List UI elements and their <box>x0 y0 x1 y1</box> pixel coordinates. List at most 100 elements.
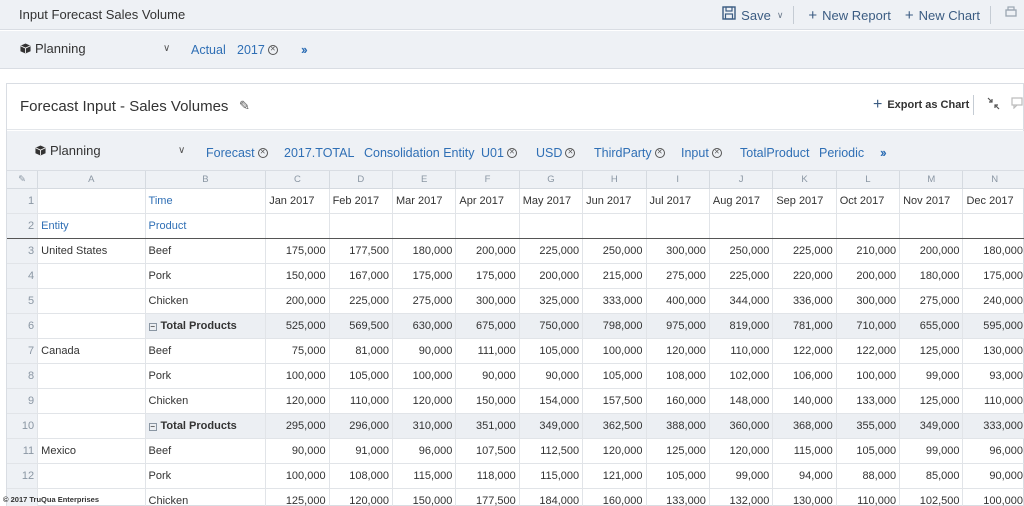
column-letter[interactable]: C <box>265 171 330 189</box>
value-cell[interactable]: 525,000 <box>265 313 330 339</box>
pov-member[interactable]: TotalProduct <box>740 146 809 160</box>
value-cell[interactable]: 130,000 <box>772 488 837 506</box>
value-cell[interactable]: 781,000 <box>772 313 837 339</box>
value-cell[interactable]: 115,000 <box>519 463 584 489</box>
value-cell[interactable]: 90,000 <box>392 338 457 364</box>
value-cell[interactable]: 110,000 <box>709 338 774 364</box>
month-header[interactable]: Nov 2017 <box>899 188 964 214</box>
product-cell[interactable]: Chicken <box>145 488 267 506</box>
value-cell[interactable]: 88,000 <box>836 463 901 489</box>
entity-cell[interactable]: Mexico <box>37 438 146 464</box>
more-chevrons-icon[interactable]: ›› <box>301 42 308 57</box>
value-cell[interactable]: 710,000 <box>836 313 901 339</box>
product-cell[interactable]: Chicken <box>145 288 267 314</box>
value-cell[interactable]: 105,000 <box>519 338 584 364</box>
entity-dimension-label[interactable]: Entity <box>37 213 146 239</box>
value-cell[interactable]: 180,000 <box>962 238 1024 264</box>
pov-member-version[interactable]: Actual <box>191 43 226 57</box>
value-cell[interactable]: 300,000 <box>646 238 710 264</box>
value-cell[interactable]: 351,000 <box>455 413 520 439</box>
product-cell[interactable]: Pork <box>145 263 267 289</box>
value-cell[interactable]: 167,000 <box>329 263 393 289</box>
product-dimension-label[interactable]: Product <box>145 213 267 239</box>
value-cell[interactable]: 99,000 <box>899 438 964 464</box>
clear-icon[interactable]: ✕ <box>711 148 722 158</box>
value-cell[interactable]: 150,000 <box>455 388 520 414</box>
value-cell[interactable]: 100,000 <box>836 363 901 389</box>
value-cell[interactable]: 148,000 <box>709 388 774 414</box>
value-cell[interactable]: 975,000 <box>646 313 710 339</box>
value-cell[interactable]: 250,000 <box>709 238 774 264</box>
value-cell[interactable]: 180,000 <box>899 263 964 289</box>
value-cell[interactable]: 110,000 <box>329 388 393 414</box>
entity-cell[interactable] <box>37 413 146 439</box>
value-cell[interactable]: 184,000 <box>519 488 584 506</box>
value-cell[interactable]: 120,000 <box>392 388 457 414</box>
entity-cell[interactable] <box>37 288 146 314</box>
total-products-cell[interactable]: − Total Products <box>145 313 267 339</box>
value-cell[interactable]: 140,000 <box>772 388 837 414</box>
value-cell[interactable]: 120,000 <box>265 388 330 414</box>
value-cell[interactable]: 160,000 <box>582 488 647 506</box>
column-letter[interactable]: I <box>646 171 710 189</box>
value-cell[interactable]: 360,000 <box>709 413 774 439</box>
value-cell[interactable]: 210,000 <box>836 238 901 264</box>
grid-corner[interactable]: ✎ <box>7 171 39 189</box>
value-cell[interactable]: 94,000 <box>772 463 837 489</box>
value-cell[interactable]: 125,000 <box>646 438 710 464</box>
value-cell[interactable]: 569,500 <box>329 313 393 339</box>
value-cell[interactable]: 200,000 <box>899 238 964 264</box>
value-cell[interactable]: 150,000 <box>392 488 457 506</box>
product-cell[interactable]: Pork <box>145 463 267 489</box>
row-number[interactable]: 12 <box>7 463 39 489</box>
value-cell[interactable]: 90,000 <box>455 363 520 389</box>
print-button[interactable] <box>1005 6 1022 24</box>
value-cell[interactable]: 175,000 <box>455 263 520 289</box>
value-cell[interactable]: 349,000 <box>899 413 964 439</box>
value-cell[interactable]: 81,000 <box>329 338 393 364</box>
value-cell[interactable]: 388,000 <box>646 413 710 439</box>
column-letter[interactable]: H <box>582 171 647 189</box>
column-letter[interactable]: A <box>37 171 146 189</box>
value-cell[interactable]: 225,000 <box>709 263 774 289</box>
value-cell[interactable]: 300,000 <box>455 288 520 314</box>
value-cell[interactable]: 115,000 <box>772 438 837 464</box>
value-cell[interactable]: 100,000 <box>265 463 330 489</box>
collapse-icon[interactable]: − <box>148 422 157 431</box>
value-cell[interactable]: 595,000 <box>962 313 1024 339</box>
value-cell[interactable]: 150,000 <box>265 263 330 289</box>
value-cell[interactable]: 111,000 <box>455 338 520 364</box>
value-cell[interactable]: 157,500 <box>582 388 647 414</box>
column-letter[interactable]: M <box>899 171 964 189</box>
value-cell[interactable]: 220,000 <box>772 263 837 289</box>
value-cell[interactable]: 115,000 <box>392 463 457 489</box>
value-cell[interactable]: 132,000 <box>709 488 774 506</box>
value-cell[interactable]: 333,000 <box>582 288 647 314</box>
month-header[interactable]: Mar 2017 <box>392 188 457 214</box>
row-number[interactable]: 3 <box>7 238 39 264</box>
entity-cell[interactable]: United States <box>37 238 146 264</box>
value-cell[interactable]: 275,000 <box>899 288 964 314</box>
value-cell[interactable]: 296,000 <box>329 413 393 439</box>
row-number[interactable]: 10 <box>7 413 39 439</box>
value-cell[interactable]: 675,000 <box>455 313 520 339</box>
value-cell[interactable]: 107,500 <box>455 438 520 464</box>
value-cell[interactable]: 125,000 <box>265 488 330 506</box>
month-header[interactable]: Oct 2017 <box>836 188 901 214</box>
value-cell[interactable]: 100,000 <box>962 488 1024 506</box>
value-cell[interactable]: 133,000 <box>836 388 901 414</box>
value-cell[interactable]: 125,000 <box>899 388 964 414</box>
value-cell[interactable]: 112,500 <box>519 438 584 464</box>
value-cell[interactable]: 110,000 <box>836 488 901 506</box>
month-header[interactable]: Jul 2017 <box>646 188 710 214</box>
row-number[interactable]: 9 <box>7 388 39 414</box>
entity-cell[interactable] <box>37 263 146 289</box>
row-number[interactable]: 7 <box>7 338 39 364</box>
pov-member[interactable]: U01 ✕ <box>481 146 517 160</box>
chevron-down-icon[interactable]: ∨ <box>178 145 185 156</box>
value-cell[interactable]: 630,000 <box>392 313 457 339</box>
value-cell[interactable]: 325,000 <box>519 288 584 314</box>
entity-cell[interactable] <box>37 463 146 489</box>
value-cell[interactable]: 130,000 <box>962 338 1024 364</box>
value-cell[interactable]: 225,000 <box>772 238 837 264</box>
